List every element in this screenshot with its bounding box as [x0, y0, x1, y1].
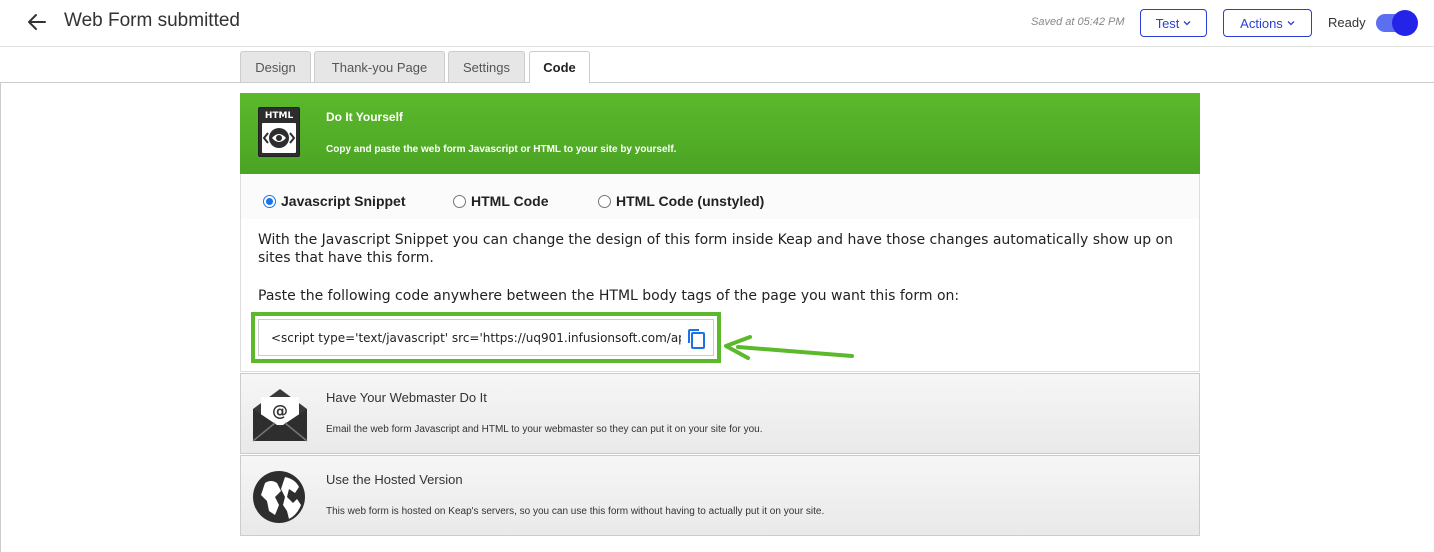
- code-eye-icon: [262, 123, 296, 153]
- radio-selected-icon: [263, 194, 276, 208]
- webmaster-title: Have Your Webmaster Do It: [326, 390, 487, 405]
- actions-button[interactable]: Actions: [1223, 9, 1312, 37]
- actions-button-label: Actions: [1240, 15, 1283, 31]
- ready-label: Ready: [1328, 15, 1366, 30]
- test-button-label: Test: [1155, 15, 1180, 31]
- radio-unselected-icon: [453, 194, 466, 208]
- code-highlight: <script type='text/javascript' src='http…: [251, 312, 721, 363]
- radio-javascript-snippet[interactable]: Javascript Snippet: [263, 193, 406, 209]
- snippet-explanation: With the Javascript Snippet you can chan…: [258, 232, 1173, 266]
- tab-design[interactable]: Design: [240, 51, 311, 82]
- radio-label: Javascript Snippet: [281, 193, 406, 209]
- webmaster-description: Email the web form Javascript and HTML t…: [326, 424, 763, 435]
- toggle-knob: [1392, 10, 1418, 36]
- saved-status: Saved at 05:42 PM: [1031, 16, 1125, 28]
- hosted-option[interactable]: Use the Hosted Version This web form is …: [240, 455, 1200, 536]
- ready-toggle[interactable]: [1376, 10, 1418, 36]
- hosted-title: Use the Hosted Version: [326, 472, 463, 487]
- radio-label: HTML Code: [471, 193, 549, 209]
- chevron-down-icon: [1183, 21, 1191, 26]
- do-it-yourself-header[interactable]: HTML Do It Yourself Copy and paste the w…: [240, 93, 1200, 174]
- radio-html-code[interactable]: HTML Code: [453, 193, 549, 209]
- svg-text:@: @: [272, 401, 288, 420]
- tab-settings[interactable]: Settings: [448, 51, 525, 82]
- top-bar: Web Form submitted Saved at 05:42 PM Tes…: [0, 0, 1434, 47]
- tab-thank-you-page[interactable]: Thank-you Page: [314, 51, 445, 82]
- do-it-yourself-title: Do It Yourself: [326, 110, 403, 124]
- radio-html-code-unstyled[interactable]: HTML Code (unstyled): [598, 193, 764, 209]
- tab-code[interactable]: Code: [529, 51, 590, 83]
- radio-label: HTML Code (unstyled): [616, 193, 765, 209]
- radio-unselected-icon: [598, 194, 611, 208]
- test-button[interactable]: Test: [1140, 9, 1207, 37]
- code-type-options: Javascript Snippet HTML Code HTML Code (…: [241, 174, 1199, 219]
- back-arrow-icon[interactable]: [26, 11, 48, 33]
- code-snippet-text[interactable]: <script type='text/javascript' src='http…: [271, 331, 681, 345]
- paste-instruction: Paste the following code anywhere betwee…: [258, 288, 960, 304]
- do-it-yourself-description: Copy and paste the web form Javascript o…: [326, 144, 677, 155]
- envelope-at-icon: @: [252, 389, 308, 442]
- copy-icon[interactable]: [687, 328, 707, 350]
- html-icon: HTML: [258, 107, 300, 157]
- html-icon-label: HTML: [264, 111, 294, 121]
- green-pointer-arrow-icon: [724, 335, 854, 360]
- chevron-down-icon: [1287, 21, 1295, 26]
- hosted-description: This web form is hosted on Keap's server…: [326, 506, 825, 517]
- globe-icon: [253, 471, 305, 523]
- webmaster-option[interactable]: @ Have Your Webmaster Do It Email the we…: [240, 373, 1200, 454]
- code-snippet-field[interactable]: <script type='text/javascript' src='http…: [258, 319, 714, 356]
- page-title: Web Form submitted: [64, 10, 240, 31]
